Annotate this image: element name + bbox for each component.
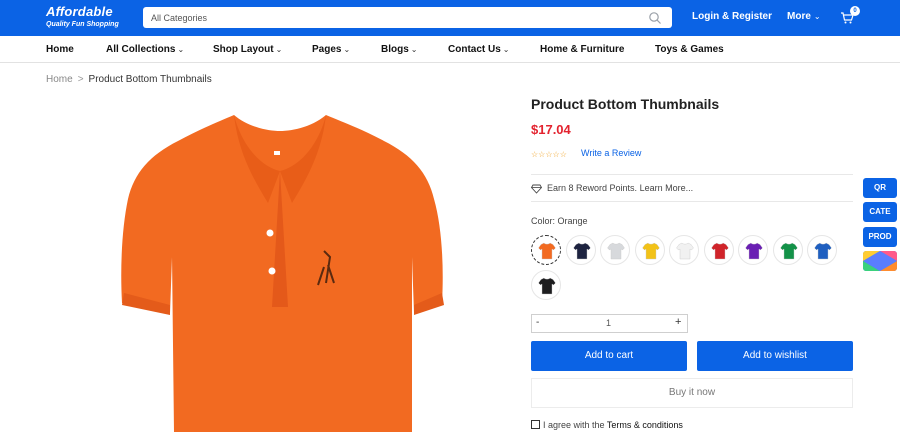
chevron-down-icon: ⌄ [177, 45, 185, 54]
login-register-link[interactable]: Login & Register [692, 11, 772, 22]
side-tab-qr[interactable]: QR [863, 178, 897, 198]
nav-label: Blogs [381, 44, 409, 55]
chevron-down-icon: ⌄ [813, 12, 821, 21]
nav-item-contact-us[interactable]: Contact Us ⌄ [448, 44, 510, 55]
logo-name: Affordable [46, 4, 113, 19]
nav-item-toys-games[interactable]: Toys & Games [655, 44, 724, 55]
search-bar [143, 7, 672, 28]
breadcrumb-current: Product Bottom Thumbnails [88, 74, 212, 85]
chevron-down-icon: ⌄ [343, 45, 351, 54]
terms-agreement: I agree with the Terms & conditions [531, 420, 683, 430]
search-icon[interactable] [648, 11, 662, 25]
nav-label: Contact Us [448, 44, 501, 55]
swatch-shirt-icon [538, 277, 556, 295]
side-tab-cate[interactable]: CATE [863, 202, 897, 222]
top-header: Affordable Quality Fun Shopping Login & … [0, 0, 900, 36]
quantity-decrease-button[interactable]: - [536, 317, 539, 328]
color-swatch-green[interactable] [772, 235, 803, 265]
nav-label: Pages [312, 44, 342, 55]
breadcrumb-separator: > [77, 74, 84, 85]
breadcrumb-home-link[interactable]: Home [46, 74, 73, 85]
site-logo[interactable]: Affordable Quality Fun Shopping [46, 5, 119, 29]
more-menu[interactable]: More ⌄ [787, 11, 821, 22]
swatch-shirt-icon [641, 242, 660, 260]
swatch-shirt-icon [572, 242, 591, 260]
points-message: Earn 8 Reword Points. [547, 183, 638, 193]
color-swatch-light-gray[interactable] [600, 235, 630, 265]
nav-item-pages[interactable]: Pages ⌄ [312, 44, 350, 55]
color-swatch-red[interactable] [703, 235, 734, 265]
nav-item-all-collections[interactable]: All Collections ⌄ [106, 44, 184, 55]
color-swatch-yellow[interactable] [634, 235, 665, 265]
product-price: $17.04 [531, 122, 571, 137]
cart-count-badge: 0 [850, 6, 860, 16]
side-tab-prod[interactable]: PROD [863, 227, 897, 247]
write-review-link[interactable]: Write a Review [581, 148, 641, 158]
add-to-wishlist-button[interactable]: Add to wishlist [697, 341, 853, 371]
search-input[interactable] [143, 7, 633, 28]
reward-points-text: Earn 8 Reword Points. Learn More... [547, 183, 693, 193]
agree-text: I agree with the [543, 420, 605, 430]
chevron-down-icon: ⌄ [410, 45, 418, 54]
swatch-shirt-icon [676, 242, 694, 260]
rating-stars: ☆☆☆☆☆ [531, 150, 567, 159]
terms-link[interactable]: Terms & conditions [607, 420, 683, 430]
product-title: Product Bottom Thumbnails [531, 96, 720, 112]
nav-label: Toys & Games [655, 44, 724, 55]
chevron-down-icon: ⌄ [275, 45, 283, 54]
quantity-increase-button[interactable]: + [675, 316, 681, 328]
color-swatch-purple[interactable] [738, 235, 768, 265]
nav-item-shop-layout[interactable]: Shop Layout ⌄ [213, 44, 282, 55]
agree-checkbox[interactable] [531, 420, 540, 429]
swatch-shirt-icon [745, 242, 763, 260]
color-swatch-navy[interactable] [565, 235, 596, 265]
swatch-shirt-icon [779, 242, 798, 260]
buy-now-button[interactable]: Buy it now [531, 378, 853, 408]
nav-item-blogs[interactable]: Blogs ⌄ [381, 44, 417, 55]
quantity-value[interactable]: 1 [606, 318, 611, 328]
swatch-shirt-icon [710, 242, 729, 260]
color-swatch-black[interactable] [531, 270, 561, 300]
add-to-cart-button[interactable]: Add to cart [531, 341, 687, 371]
logo-tagline: Quality Fun Shopping [46, 21, 119, 28]
diamond-icon [531, 184, 542, 194]
color-swatch-white[interactable] [669, 235, 699, 265]
nav-item-home[interactable]: Home [46, 44, 74, 55]
chevron-down-icon: ⌄ [502, 45, 510, 54]
more-label: More [787, 11, 811, 22]
nav-label: Home & Furniture [540, 44, 625, 55]
nav-item-home-furniture[interactable]: Home & Furniture [540, 44, 624, 55]
reward-points-row: Earn 8 Reword Points. Learn More... [531, 174, 853, 202]
main-navigation: Home All Collections ⌄ Shop Layout ⌄ Pages… [0, 36, 900, 63]
nav-label: All Collections [106, 44, 176, 55]
color-swatch-orange[interactable] [531, 235, 561, 265]
color-swatch-blue[interactable] [807, 235, 837, 265]
learn-more-link[interactable]: Learn More... [640, 183, 694, 193]
quantity-stepper: - 1 + [531, 314, 688, 333]
breadcrumb: Home > Product Bottom Thumbnails [46, 74, 212, 85]
theme-palette-icon[interactable] [863, 251, 897, 271]
swatch-shirt-icon [814, 242, 832, 260]
nav-label: Shop Layout [213, 44, 274, 55]
product-image-polo-shirt[interactable] [112, 107, 452, 432]
swatch-shirt-icon [607, 242, 625, 260]
swatch-shirt-icon [538, 242, 556, 260]
nav-label: Home [46, 44, 74, 55]
color-label: Color: Orange [531, 216, 588, 226]
